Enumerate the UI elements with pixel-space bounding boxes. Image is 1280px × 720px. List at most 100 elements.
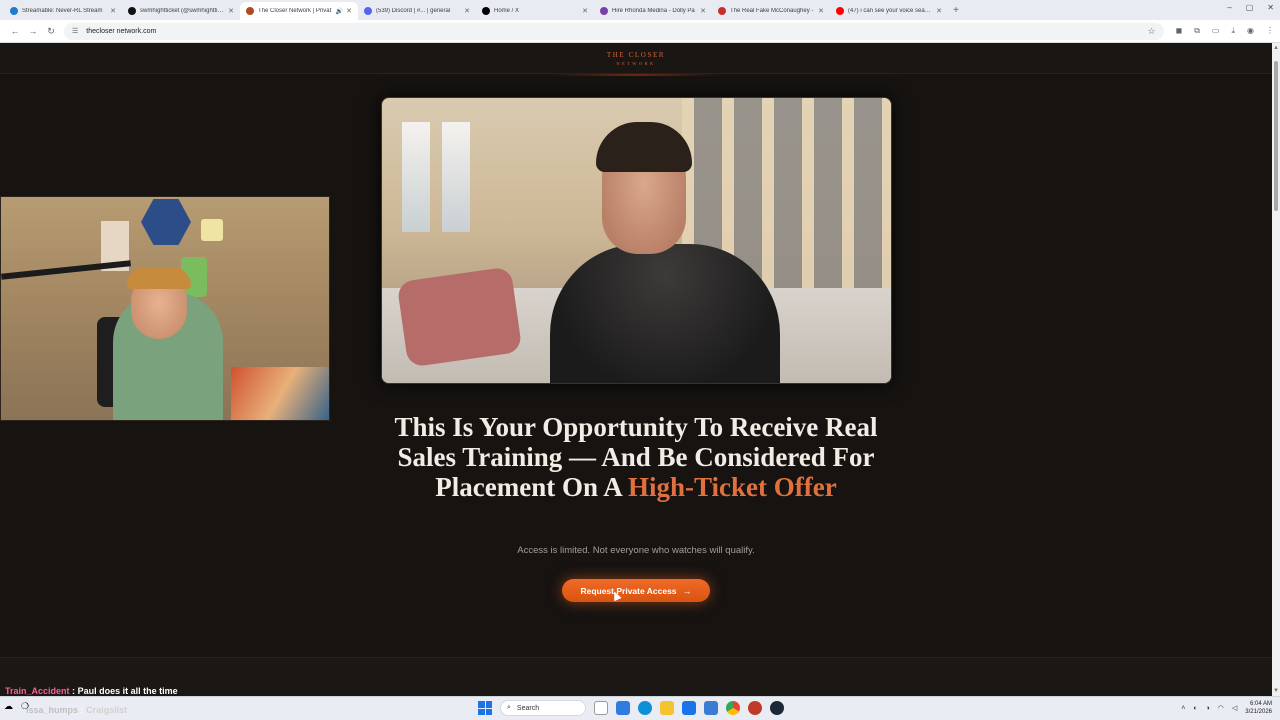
browser-tab[interactable]: (539) Discord | #... | general ✕ — [358, 2, 476, 20]
tab-close-icon[interactable]: ✕ — [464, 7, 470, 15]
video-window — [442, 122, 470, 232]
tab-close-icon[interactable]: ✕ — [228, 7, 234, 15]
logo-line-1: THE CLOSER — [606, 51, 666, 59]
browser-tab[interactable]: (47) i can see your voice season ✕ — [830, 2, 948, 20]
tab-close-icon[interactable]: ✕ — [818, 7, 824, 15]
address-url: thecloser network.com — [86, 27, 157, 35]
request-access-button[interactable]: Request Private Access → — [562, 579, 710, 602]
weather-widget-icon[interactable]: ☁ — [4, 701, 13, 712]
app-icon[interactable] — [748, 701, 762, 715]
browser-tab[interactable]: The Real Fake McConaughey - ✕ — [712, 2, 830, 20]
request-access-label: Request Private Access — [580, 585, 677, 596]
tab-favicon-icon — [10, 7, 18, 15]
scrollbar-thumb[interactable] — [1274, 61, 1278, 211]
tray-app-icon[interactable]: ◐ — [1193, 705, 1197, 712]
system-tray: ˄ ◐ ◑ ◠ ◁ 6:04 AM 3/21/2026 — [1181, 700, 1272, 716]
video-player[interactable] — [381, 97, 892, 384]
tab-label: Hire Rhonda Medina - Dolly Pa — [612, 8, 695, 14]
browser-tab[interactable]: Home / X ✕ — [476, 2, 594, 20]
chat-separator: : — [80, 705, 84, 715]
wifi-icon[interactable]: ◠ — [1218, 704, 1224, 712]
tab-close-icon[interactable]: ✕ — [700, 7, 706, 15]
arrow-right-icon: → — [682, 585, 692, 596]
hero-headline: This Is Your Opportunity To Receive Real… — [386, 412, 886, 502]
tab-label: Streamable: Never-RL Stream — [22, 8, 103, 14]
store-icon[interactable] — [682, 701, 696, 715]
downloads-icon[interactable]: ⤓ — [1231, 26, 1235, 36]
site-header: THE CLOSER NETWORK — [0, 43, 1272, 74]
chat-separator: : — [72, 686, 76, 696]
minimize-icon[interactable]: – — [1227, 3, 1231, 12]
window-controls: – ▢ ✕ — [1227, 3, 1274, 12]
tab-label: The Real Fake McConaughey - — [730, 8, 814, 14]
video-window — [402, 122, 430, 232]
tab-favicon-icon — [600, 7, 608, 15]
site-logo[interactable]: THE CLOSER NETWORK — [0, 51, 1272, 66]
steam-icon[interactable] — [770, 701, 784, 715]
hero-subtext: Access is limited. Not everyone who watc… — [517, 545, 755, 556]
tab-label: (539) Discord | #... | general — [376, 8, 451, 14]
profile-icon[interactable]: ◉ — [1247, 26, 1254, 36]
tab-close-icon[interactable]: ✕ — [110, 7, 116, 15]
menu-icon[interactable]: ⋮ — [1266, 26, 1274, 36]
taskbar-search[interactable]: ⌕ Search — [500, 700, 586, 716]
tab-audio-icon[interactable]: 🔊 — [336, 8, 343, 15]
video-person-hair — [596, 122, 692, 172]
chat-text: Paul does it all the time — [77, 686, 178, 696]
copilot-icon[interactable] — [616, 701, 630, 715]
tab-close-icon[interactable]: ✕ — [936, 7, 942, 15]
logo-line-2: NETWORK — [616, 61, 656, 66]
browser-tab[interactable]: Hire Rhonda Medina - Dolly Pa ✕ — [594, 2, 712, 20]
chrome-icon[interactable] — [726, 701, 740, 715]
address-bar[interactable]: ☰ thecloser network.com ☆ — [64, 22, 1164, 40]
streamer-webcam — [0, 196, 330, 421]
split-view-icon[interactable]: ▭ — [1212, 26, 1220, 36]
tab-favicon-icon — [836, 7, 844, 15]
browser-tab[interactable]: swmhightticket (@swmhightticket) ✕ — [122, 2, 240, 20]
maximize-icon[interactable]: ▢ — [1246, 3, 1254, 12]
system-clock[interactable]: 6:04 AM 3/21/2026 — [1245, 700, 1272, 716]
volume-icon[interactable]: ◁ — [1232, 704, 1237, 712]
tab-favicon-icon — [718, 7, 726, 15]
file-explorer-icon[interactable] — [660, 701, 674, 715]
tray-app-icon[interactable]: ◑ — [1206, 705, 1210, 712]
next-section — [0, 657, 1272, 696]
tab-label: swmhightticket (@swmhightticket) — [140, 8, 226, 14]
chat-text: Craigslist — [86, 705, 128, 715]
browser-tab[interactable]: The Closer Network | Privat 🔊 ✕ — [240, 2, 358, 20]
tab-close-icon[interactable]: ✕ — [582, 7, 588, 15]
tab-close-icon[interactable]: ✕ — [346, 7, 352, 15]
clock-time: 6:04 AM — [1249, 701, 1272, 707]
scroll-up-icon[interactable]: ▲ — [1273, 45, 1279, 51]
tab-favicon-icon — [128, 7, 136, 15]
scroll-down-icon[interactable]: ▼ — [1273, 688, 1279, 694]
puzzle-icon[interactable]: ⧉ — [1194, 26, 1200, 36]
edge-icon[interactable] — [638, 701, 652, 715]
site-info-icon[interactable]: ☰ — [72, 27, 78, 35]
reload-icon[interactable]: ↻ — [42, 26, 60, 37]
page-scrollbar[interactable]: ▲ ▼ — [1272, 43, 1280, 696]
chat-username: issa_humps — [26, 705, 79, 715]
back-icon[interactable]: ← — [6, 26, 24, 36]
tab-favicon-icon — [364, 7, 372, 15]
browser-tab[interactable]: Streamable: Never-RL Stream ✕ — [4, 2, 122, 20]
browser-tab-strip: Streamable: Never-RL Stream ✕ swmhighttick… — [0, 0, 1280, 20]
extension-icon[interactable]: ◼ — [1176, 26, 1183, 36]
taskbar-apps: ⌕ Search — [478, 700, 784, 716]
tray-chevron-icon[interactable]: ˄ — [1181, 705, 1185, 712]
chat-message: Train_Accident : Paul does it all the ti… — [5, 686, 178, 696]
bookmark-star-icon[interactable]: ☆ — [1147, 26, 1155, 37]
tab-favicon-icon — [246, 7, 254, 15]
tab-favicon-icon — [482, 7, 490, 15]
forward-icon[interactable]: → — [24, 26, 42, 36]
task-view-icon[interactable] — [594, 701, 608, 715]
new-tab-icon[interactable]: + — [948, 2, 964, 20]
tab-label: Home / X — [494, 8, 520, 14]
webpage: THE CLOSER NETWORK This Is Your Opportun… — [0, 43, 1272, 696]
tab-label: The Closer Network | Privat — [258, 8, 332, 14]
mail-icon[interactable] — [704, 701, 718, 715]
taskbar-search-label: Search — [516, 704, 540, 712]
headline-accent: High-Ticket Offer — [628, 472, 837, 502]
close-window-icon[interactable]: ✕ — [1267, 3, 1274, 12]
windows-start-icon[interactable] — [478, 701, 492, 715]
